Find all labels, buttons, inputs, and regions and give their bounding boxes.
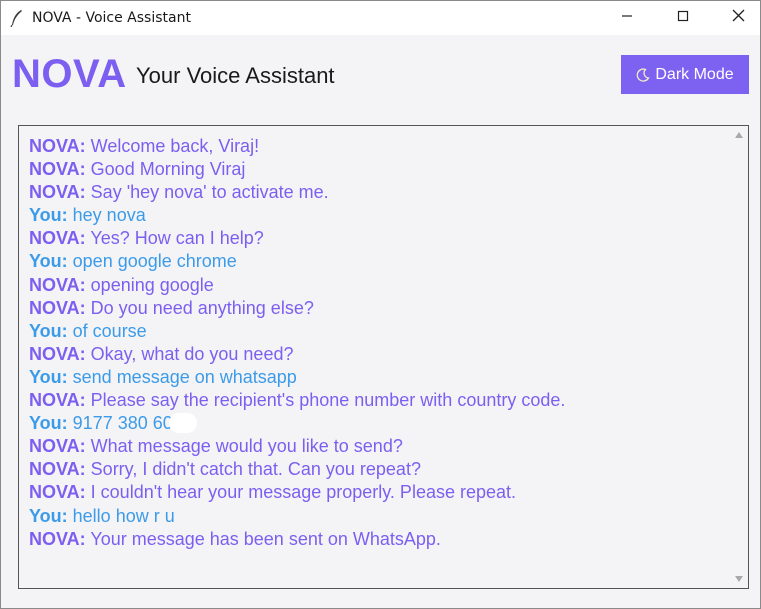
message-speaker: NOVA: <box>29 182 86 203</box>
message-text: hello how r u <box>67 505 175 526</box>
chat-message: NOVA: What message would you like to sen… <box>29 435 719 458</box>
brand-title: NOVA <box>12 52 127 96</box>
redaction-mark <box>168 413 197 434</box>
message-text: hey nova <box>67 205 146 226</box>
message-text: What message would you like to send? <box>85 436 403 457</box>
chat-message: NOVA: Please say the recipient's phone n… <box>29 389 719 412</box>
chat-message: NOVA: I couldn't hear your message prope… <box>29 481 719 504</box>
message-speaker: NOVA: <box>29 459 86 480</box>
chat-message: NOVA: Say 'hey nova' to activate me. <box>29 181 719 204</box>
app-window: NOVA - Voice Assistant NOVA Your Voice A… <box>0 0 761 609</box>
chat-message: NOVA: Your message has been sent on What… <box>29 528 719 551</box>
minimize-icon <box>621 9 633 27</box>
chat-message: NOVA: Sorry, I didn't catch that. Can yo… <box>29 458 719 481</box>
chat-lines: NOVA: Welcome back, Viraj! NOVA: Good Mor… <box>29 135 719 551</box>
close-button[interactable] <box>715 1 761 35</box>
message-speaker: NOVA: <box>29 436 86 457</box>
message-speaker: NOVA: <box>29 274 86 295</box>
maximize-button[interactable] <box>660 1 706 35</box>
message-text: Good Morning Viraj <box>85 159 246 180</box>
feather-icon <box>10 9 24 28</box>
chat-message: NOVA: Do you need anything else? <box>29 297 719 320</box>
scroll-up-icon[interactable] <box>735 132 743 138</box>
chat-message: NOVA: Okay, what do you need? <box>29 343 719 366</box>
chat-message: You: send message on whatsapp <box>29 366 719 389</box>
page-subtitle: Your Voice Assistant <box>136 63 335 88</box>
message-speaker: NOVA: <box>29 390 86 411</box>
message-speaker: You: <box>29 320 68 341</box>
message-text: Do you need anything else? <box>85 297 314 318</box>
message-text: I couldn't hear your message properly. P… <box>85 482 517 503</box>
chat-message: You: open google chrome <box>29 250 719 273</box>
message-text: send message on whatsapp <box>67 366 297 387</box>
message-speaker: NOVA: <box>29 297 86 318</box>
chat-message: NOVA: Good Morning Viraj <box>29 158 719 181</box>
message-text: 9177 380 60 <box>67 413 173 434</box>
minimize-button[interactable] <box>604 1 650 35</box>
chat-message: NOVA: Yes? How can I help? <box>29 227 719 250</box>
message-text: opening google <box>85 274 214 295</box>
chat-message: You: hello how r u <box>29 505 719 528</box>
chat-message: You: of course <box>29 320 719 343</box>
message-speaker: NOVA: <box>29 228 86 249</box>
message-speaker: You: <box>29 413 68 434</box>
message-text: Yes? How can I help? <box>85 228 264 249</box>
chat-log[interactable]: NOVA: Welcome back, Viraj! NOVA: Good Mor… <box>18 125 749 589</box>
message-text: Please say the recipient's phone number … <box>85 390 566 411</box>
message-text: Your message has been sent on WhatsApp. <box>85 528 441 549</box>
message-speaker: You: <box>29 205 68 226</box>
message-text: open google chrome <box>67 251 237 272</box>
message-speaker: NOVA: <box>29 343 86 364</box>
moon-icon <box>636 67 650 82</box>
window-title: NOVA - Voice Assistant <box>32 10 191 26</box>
scroll-down-icon[interactable] <box>735 576 743 582</box>
dark-mode-label: Dark Mode <box>655 65 734 83</box>
title-bar[interactable]: NOVA - Voice Assistant <box>1 1 760 35</box>
message-speaker: NOVA: <box>29 136 86 156</box>
message-speaker: NOVA: <box>29 482 86 503</box>
message-text: Okay, what do you need? <box>85 343 294 364</box>
message-text: of course <box>67 320 147 341</box>
chat-message: NOVA: Welcome back, Viraj! <box>29 135 719 158</box>
message-speaker: NOVA: <box>29 159 86 180</box>
maximize-icon <box>677 9 689 27</box>
message-speaker: You: <box>29 505 68 526</box>
message-text: Sorry, I didn't catch that. Can you repe… <box>85 459 421 480</box>
message-text: Say 'hey nova' to activate me. <box>85 182 329 203</box>
chat-scrollbar[interactable] <box>731 126 748 588</box>
message-speaker: NOVA: <box>29 528 86 549</box>
chat-message: You: hey nova <box>29 204 719 227</box>
close-icon <box>732 9 745 27</box>
chat-message: NOVA: opening google <box>29 274 719 297</box>
message-speaker: You: <box>29 366 68 387</box>
dark-mode-button[interactable]: Dark Mode <box>621 55 749 94</box>
chat-message: You: 9177 380 60 <box>29 412 719 435</box>
message-text: Welcome back, Viraj! <box>85 136 260 156</box>
message-speaker: You: <box>29 251 68 272</box>
